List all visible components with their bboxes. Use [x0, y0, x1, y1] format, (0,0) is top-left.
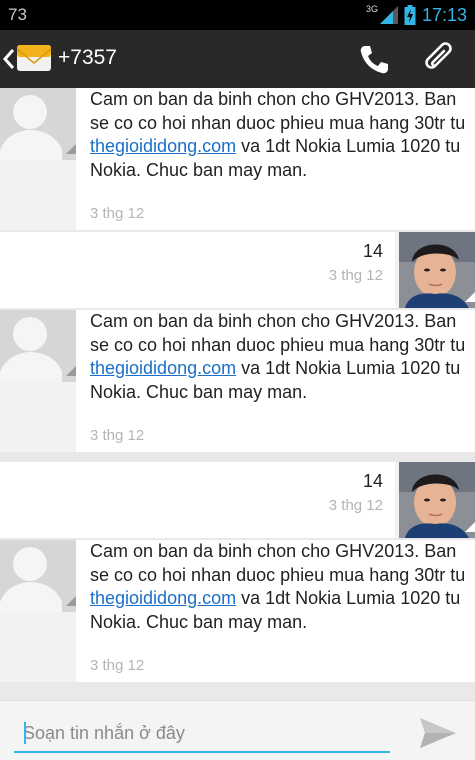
network-type: 3G [365, 4, 378, 14]
message-bubble[interactable]: 14 3 thg 12 [0, 462, 395, 538]
chevron-left-icon[interactable] [2, 45, 16, 73]
phone-icon[interactable] [357, 43, 391, 77]
outgoing-message[interactable]: 14 3 thg 12 [0, 232, 475, 308]
message-link[interactable]: thegioididong.com [90, 136, 236, 156]
user-avatar [399, 232, 475, 308]
message-timestamp: 3 thg 12 [328, 267, 383, 284]
message-link[interactable]: thegioididong.com [90, 358, 236, 378]
default-avatar-icon [0, 310, 76, 382]
contact-avatar [0, 88, 76, 160]
message-text: Cam on ban da binh chon cho GHV2013. Ban… [90, 310, 470, 404]
message-text-part: Cam on ban da binh chon cho GHV2013. Ban… [90, 89, 466, 133]
incoming-message[interactable]: Cam on ban da binh chon cho GHV2013. Ban… [0, 88, 475, 230]
message-bubble[interactable]: Cam on ban da binh chon cho GHV2013. Ban… [76, 310, 475, 452]
paperclip-icon[interactable] [422, 41, 458, 77]
user-photo-icon [399, 462, 475, 538]
message-text-part: Cam on ban da binh chon cho GHV2013. Ban… [90, 311, 466, 355]
message-timestamp: 3 thg 12 [328, 497, 383, 514]
envelope-icon[interactable] [16, 40, 52, 76]
user-photo-icon [399, 232, 475, 308]
message-timestamp: 3 thg 12 [90, 205, 145, 222]
message-input[interactable] [14, 715, 390, 753]
signal-icon [379, 6, 398, 24]
default-avatar-icon [0, 88, 76, 160]
message-text: Cam on ban da binh chon cho GHV2013. Ban… [90, 88, 470, 182]
contact-avatar [0, 540, 76, 612]
outgoing-message[interactable]: 14 3 thg 12 [0, 462, 475, 538]
incoming-message[interactable]: Cam on ban da binh chon cho GHV2013. Ban… [0, 310, 475, 452]
message-timestamp: 3 thg 12 [90, 657, 145, 674]
message-bubble[interactable]: Cam on ban da binh chon cho GHV2013. Ban… [76, 88, 475, 230]
message-thread[interactable]: Cam on ban da binh chon cho GHV2013. Ban… [0, 88, 475, 700]
compose-bar [0, 700, 475, 760]
send-icon[interactable] [418, 715, 458, 751]
message-text: 14 [362, 241, 383, 261]
message-bubble[interactable]: Cam on ban da binh chon cho GHV2013. Ban… [76, 540, 475, 682]
message-text: Cam on ban da binh chon cho GHV2013. Ban… [90, 540, 470, 634]
status-icons: 3G 17:13 [366, 3, 467, 27]
contact-avatar [0, 310, 76, 382]
text-cursor [24, 722, 26, 744]
incoming-message[interactable]: Cam on ban da binh chon cho GHV2013. Ban… [0, 540, 475, 682]
notification-count: 73 [8, 5, 27, 24]
battery-icon [404, 5, 416, 25]
message-timestamp: 3 thg 12 [90, 427, 145, 444]
clock: 17:13 [421, 4, 467, 25]
contact-name[interactable]: +7357 [58, 46, 117, 70]
message-bubble[interactable]: 14 3 thg 12 [0, 232, 395, 308]
default-avatar-icon [0, 540, 76, 612]
message-text: 14 [362, 471, 383, 491]
message-text-part: Cam on ban da binh chon cho GHV2013. Ban… [90, 541, 466, 585]
user-avatar [399, 462, 475, 538]
status-bar: 73 3G 17:13 [0, 0, 475, 30]
action-bar: +7357 [0, 30, 475, 88]
message-link[interactable]: thegioididong.com [90, 588, 236, 608]
